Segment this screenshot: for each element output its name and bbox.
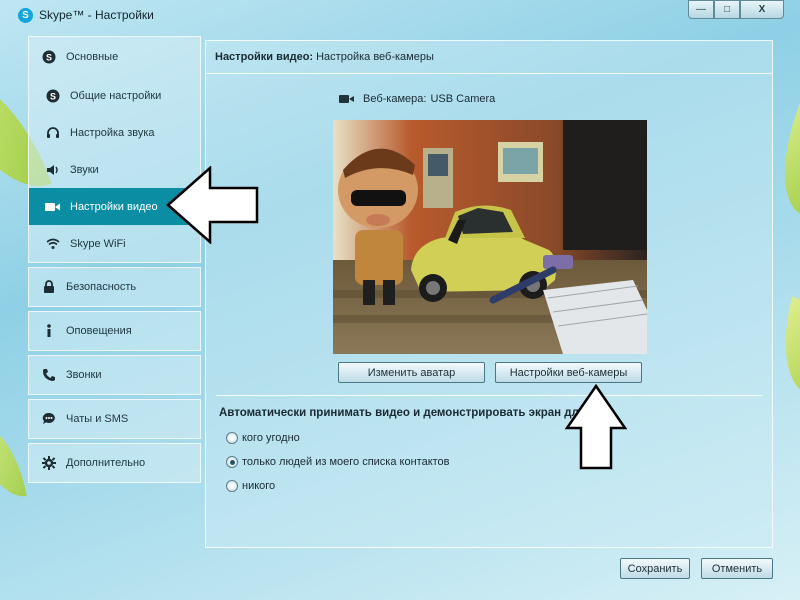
sidebar-item-label: Skype WiFi bbox=[70, 237, 126, 250]
sidebar-item-label: Оповещения bbox=[66, 325, 132, 337]
nav-group-chats: Чаты и SMS bbox=[28, 399, 201, 439]
info-icon bbox=[41, 323, 57, 339]
radio-label: только людей из моего списка контактов bbox=[242, 456, 450, 468]
sidebar-item-label: Звуки bbox=[70, 163, 99, 176]
sidebar-item-label: Дополнительно bbox=[66, 457, 146, 469]
background-leaf bbox=[0, 417, 27, 503]
sidebar-item-calls[interactable]: Звонки bbox=[29, 356, 200, 394]
sidebar-item-label: Настройки видео bbox=[70, 200, 158, 213]
video-settings-panel: Настройки видео: Настройка веб-камеры Ве… bbox=[205, 40, 773, 548]
save-button[interactable]: Сохранить bbox=[620, 558, 690, 579]
webcam-info: Веб-камера: USB Camera bbox=[339, 93, 495, 105]
sidebar-item-advanced[interactable]: Дополнительно bbox=[29, 444, 200, 482]
minimize-button[interactable]: — bbox=[688, 0, 714, 19]
webcam-device-name: USB Camera bbox=[430, 93, 496, 105]
nav-group-security: Безопасность bbox=[28, 267, 201, 307]
webcam-label: Веб-камера: bbox=[363, 93, 427, 105]
section-divider bbox=[216, 395, 762, 396]
radio-option-nobody[interactable]: никого bbox=[226, 480, 275, 492]
radio-button[interactable] bbox=[226, 480, 238, 492]
cancel-button[interactable]: Отменить bbox=[701, 558, 773, 579]
gear-icon bbox=[41, 455, 57, 471]
panel-header: Настройки видео: Настройка веб-камеры bbox=[206, 41, 772, 74]
sidebar-item-label: Основные bbox=[66, 51, 119, 63]
nav-group-notifications: Оповещения bbox=[28, 311, 201, 351]
sidebar-item-label: Настройка звука bbox=[70, 126, 155, 139]
svg-text:S: S bbox=[46, 53, 52, 63]
nav-group-advanced: Дополнительно bbox=[28, 443, 201, 483]
speaker-icon bbox=[45, 162, 61, 178]
phone-icon bbox=[41, 367, 57, 383]
sidebar-item-label: Чаты и SMS bbox=[66, 413, 129, 425]
radio-button[interactable] bbox=[226, 456, 238, 468]
wifi-icon bbox=[45, 236, 61, 252]
sidebar-item-general[interactable]: S Основные bbox=[29, 37, 200, 77]
video-camera-icon bbox=[45, 199, 61, 215]
panel-subtitle: Настройка веб-камеры bbox=[316, 51, 434, 63]
webcam-preview-image bbox=[333, 120, 647, 354]
lock-icon bbox=[41, 279, 57, 295]
skype-icon: S bbox=[18, 7, 33, 23]
settings-sidebar: S Основные S Общие настройки Настройка з… bbox=[28, 36, 201, 487]
webcam-settings-button[interactable]: Настройки веб-камеры bbox=[495, 362, 642, 383]
annotation-arrow-left bbox=[166, 166, 259, 244]
skype-icon: S bbox=[41, 49, 57, 65]
title-bar: S Skype™ - Настройки — □ X bbox=[0, 0, 800, 30]
nav-group-calls: Звонки bbox=[28, 355, 201, 395]
sidebar-item-label: Общие настройки bbox=[70, 89, 162, 102]
sidebar-item-chats-sms[interactable]: Чаты и SMS bbox=[29, 400, 200, 438]
radio-button[interactable] bbox=[226, 432, 238, 444]
radio-label: никого bbox=[242, 480, 276, 492]
background-leaf bbox=[769, 296, 800, 394]
headset-icon bbox=[45, 125, 61, 141]
sidebar-item-security[interactable]: Безопасность bbox=[29, 268, 200, 306]
maximize-button[interactable]: □ bbox=[714, 0, 740, 19]
skype-icon: S bbox=[45, 88, 61, 104]
sidebar-item-general-settings[interactable]: S Общие настройки bbox=[29, 77, 200, 114]
panel-title: Настройки видео: bbox=[215, 51, 314, 63]
auto-accept-title: Автоматически принимать видео и демонстр… bbox=[219, 407, 586, 419]
change-avatar-button[interactable]: Изменить аватар bbox=[338, 362, 485, 383]
radio-option-contacts-only[interactable]: только людей из моего списка контактов bbox=[226, 456, 450, 468]
window-controls: — □ X bbox=[688, 0, 784, 19]
webcam-preview bbox=[333, 120, 647, 354]
video-camera-icon bbox=[339, 94, 355, 104]
svg-text:S: S bbox=[50, 91, 56, 101]
close-button[interactable]: X bbox=[740, 0, 784, 19]
radio-label: кого угодно bbox=[242, 432, 300, 444]
sidebar-item-notifications[interactable]: Оповещения bbox=[29, 312, 200, 350]
window-title: Skype™ - Настройки bbox=[39, 8, 154, 22]
sidebar-item-label: Звонки bbox=[66, 369, 102, 381]
annotation-arrow-up bbox=[565, 384, 627, 470]
sidebar-item-audio-settings[interactable]: Настройка звука bbox=[29, 114, 200, 151]
chat-icon bbox=[41, 411, 57, 427]
radio-option-anyone[interactable]: кого угодно bbox=[226, 432, 300, 444]
sidebar-item-label: Безопасность bbox=[66, 281, 137, 293]
